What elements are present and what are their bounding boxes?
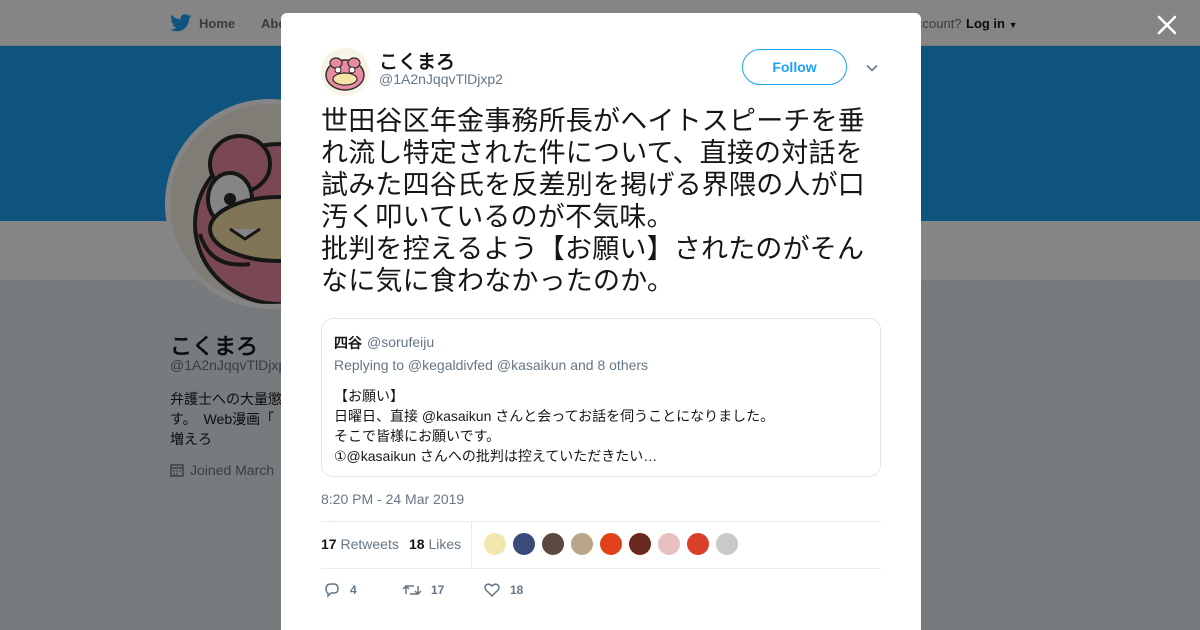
- retweets-label: Retweets: [340, 536, 399, 552]
- liker-avatar[interactable]: [599, 532, 623, 556]
- likes-count: 18: [409, 536, 425, 552]
- like-count: 18: [510, 583, 524, 597]
- liker-avatar[interactable]: [657, 532, 681, 556]
- liker-avatar[interactable]: [715, 532, 739, 556]
- divider: [321, 521, 881, 522]
- tweet-options-button[interactable]: [865, 61, 879, 75]
- close-icon: [1157, 15, 1177, 35]
- quoted-line: 【お願い】: [334, 388, 404, 404]
- reply-count: 4: [350, 583, 357, 597]
- retweets-count: 17: [321, 536, 337, 552]
- like-button[interactable]: 18: [483, 581, 523, 599]
- quoted-line: そこで皆様にお願いです。: [334, 428, 501, 444]
- retweet-icon: [402, 584, 422, 596]
- liker-avatar[interactable]: [570, 532, 594, 556]
- chevron-down-icon: [866, 64, 878, 72]
- retweets-stat[interactable]: 17 Retweets: [321, 536, 399, 552]
- reply-icon: [325, 583, 339, 598]
- liker-avatar[interactable]: [512, 532, 536, 556]
- tweet-timestamp[interactable]: 8:20 PM - 24 Mar 2019: [321, 491, 464, 507]
- retweet-count: 17: [431, 583, 445, 597]
- quoted-tweet[interactable]: 四谷 @sorufeiju Replying to @kegaldivfed @…: [321, 318, 881, 477]
- liker-avatar[interactable]: [628, 532, 652, 556]
- retweet-button[interactable]: 17: [402, 581, 444, 599]
- divider: [471, 522, 472, 568]
- tweet-author-name[interactable]: こくまろ: [379, 47, 455, 74]
- heart-icon: [484, 583, 500, 598]
- tweet-author-avatar[interactable]: [321, 48, 369, 96]
- quoted-author-name: 四谷: [334, 335, 362, 351]
- reply-button[interactable]: 4: [323, 581, 357, 599]
- quoted-line: ①@kasaikun さんへの批判は控えていただきたい…: [334, 448, 658, 464]
- quoted-line: 日曜日、直接 @kasaikun さんと会ってお話を伺うことになりました。: [334, 408, 775, 424]
- liker-avatar[interactable]: [686, 532, 710, 556]
- quoted-replying-to: Replying to @kegaldivfed @kasaikun and 8…: [334, 357, 649, 373]
- quoted-author-handle: @sorufeiju: [367, 334, 435, 350]
- likes-stat[interactable]: 18 Likes: [409, 536, 461, 552]
- quoted-tweet-text: 【お願い】 日曜日、直接 @kasaikun さんと会ってお話を伺うことになりま…: [334, 386, 864, 466]
- tweet-text: 世田谷区年金事務所長がヘイトスピーチを垂れ流し特定された件について、直接の対話を…: [321, 106, 865, 296]
- liker-avatar[interactable]: [541, 532, 565, 556]
- tweet-author-handle[interactable]: @1A2nJqqvTlDjxp2: [379, 71, 503, 87]
- likes-label: Likes: [428, 536, 462, 552]
- close-modal-button[interactable]: [1154, 12, 1180, 38]
- tweet-modal: こくまろ @1A2nJqqvTlDjxp2 Follow 世田谷区年金事務所長が…: [281, 13, 921, 630]
- liker-avatar[interactable]: [483, 532, 507, 556]
- divider: [321, 568, 881, 569]
- slowpoke-avatar: [321, 48, 369, 96]
- follow-button[interactable]: Follow: [742, 49, 847, 85]
